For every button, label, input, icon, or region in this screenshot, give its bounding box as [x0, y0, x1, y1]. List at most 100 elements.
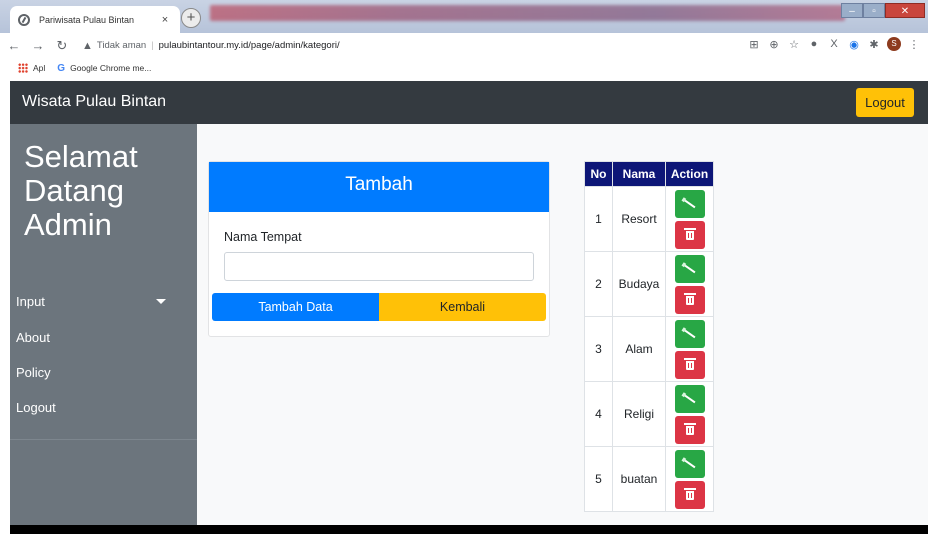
column-header-nama: Nama: [612, 161, 666, 187]
sidebar-item-policy[interactable]: Policy: [16, 365, 166, 380]
bookmarks-bar: Apl G Google Chrome me...: [0, 58, 928, 78]
address-separator: |: [151, 40, 154, 51]
name-input[interactable]: [224, 252, 534, 281]
brand-title[interactable]: Wisata Pulau Bintan: [22, 93, 166, 111]
edit-button[interactable]: [674, 449, 705, 478]
extension-blue-icon[interactable]: ◉: [844, 38, 864, 51]
table-row: 3 Alam: [584, 316, 714, 382]
google-icon: G: [57, 62, 66, 74]
toolbar-icons: ⊞ ⊕ ☆ ● X ◉ ✱ S ⋮: [744, 37, 924, 51]
welcome-heading: Selamat Datang Admin: [24, 139, 138, 242]
cell-no: 2: [584, 251, 613, 317]
url-text[interactable]: pulaubintantour.my.id/page/admin/kategor…: [159, 40, 340, 51]
delete-button[interactable]: [674, 285, 705, 314]
cell-action: [665, 316, 714, 382]
tab-close-button[interactable]: ×: [158, 14, 172, 26]
translate-icon[interactable]: ⊞: [744, 38, 764, 51]
category-table: No Nama Action 1 Resort 2 Budaya 3 Alam …: [584, 161, 714, 512]
sidebar-item-label: Input: [16, 294, 45, 309]
profile-avatar[interactable]: S: [887, 37, 901, 51]
trash-icon: [683, 227, 696, 240]
new-tab-button[interactable]: +: [181, 8, 201, 28]
delete-button[interactable]: [674, 350, 705, 379]
delete-button[interactable]: [674, 415, 705, 444]
add-category-card: Tambah Nama Tempat Tambah Data Kembali: [208, 161, 550, 337]
footer-bar: [10, 525, 928, 534]
maximize-button[interactable]: ▫: [863, 3, 885, 18]
edit-button[interactable]: [674, 319, 705, 348]
edit-button[interactable]: [674, 384, 705, 413]
cell-no: 3: [584, 316, 613, 382]
trash-icon: [683, 422, 696, 435]
cell-nama: Religi: [612, 381, 666, 447]
table-row: 2 Budaya: [584, 251, 714, 317]
bookmark-label: Apl: [33, 63, 46, 73]
bookmark-label: Google Chrome me...: [70, 63, 152, 73]
cell-action: [665, 186, 714, 252]
edit-button[interactable]: [674, 189, 705, 218]
sidebar-item-logout[interactable]: Logout: [16, 400, 166, 415]
table-row: 4 Religi: [584, 381, 714, 447]
table-row: 1 Resort: [584, 186, 714, 252]
extension-x-icon[interactable]: X: [824, 38, 844, 50]
back-icon[interactable]: ←: [4, 38, 24, 53]
browser-tab[interactable]: Pariwisata Pulau Bintan ×: [10, 6, 180, 33]
tab-title: Pariwisata Pulau Bintan: [39, 14, 135, 25]
browser-toolbar: ← → ↻ ▲ Tidak aman | pulaubintantour.my.…: [0, 33, 928, 58]
column-header-no: No: [584, 161, 613, 187]
delete-button[interactable]: [674, 480, 705, 509]
apps-grid-icon: [18, 63, 28, 73]
cell-action: [665, 251, 714, 317]
security-label: Tidak aman: [96, 40, 147, 51]
sidebar-divider: [10, 439, 197, 440]
bookmark-apps[interactable]: Apl: [18, 63, 45, 73]
reload-icon[interactable]: ↻: [52, 38, 72, 54]
sidebar: Selamat Datang Admin Input About Policy …: [10, 124, 197, 525]
cell-nama: Alam: [612, 316, 666, 382]
cell-action: [665, 381, 714, 447]
forward-icon[interactable]: →: [28, 38, 48, 53]
menu-icon[interactable]: ⋮: [904, 38, 924, 51]
cell-no: 5: [584, 446, 613, 512]
sidebar-item-input[interactable]: Input: [16, 294, 166, 309]
globe-icon: [18, 13, 30, 26]
add-data-button[interactable]: Tambah Data: [212, 293, 379, 321]
card-title: Tambah: [209, 162, 549, 212]
browser-tab-strip: Pariwisata Pulau Bintan × + – ▫ ✕: [0, 0, 928, 33]
cell-no: 1: [584, 186, 613, 252]
sidebar-item-about[interactable]: About: [16, 330, 166, 345]
pencil-icon: [684, 394, 695, 403]
extension-circle-icon[interactable]: ●: [804, 38, 824, 50]
puzzle-icon[interactable]: ✱: [864, 38, 884, 51]
star-icon[interactable]: ☆: [784, 38, 804, 51]
sidebar-item-label: About: [16, 330, 50, 345]
address-bar[interactable]: ▲ Tidak aman | pulaubintantour.my.id/pag…: [82, 36, 340, 55]
delete-button[interactable]: [674, 220, 705, 249]
trash-icon: [683, 292, 696, 305]
sidebar-item-label: Logout: [16, 400, 56, 415]
cell-no: 4: [584, 381, 613, 447]
bookmark-google[interactable]: G Google Chrome me...: [57, 63, 151, 74]
trash-icon: [683, 357, 696, 370]
cell-action: [665, 446, 714, 512]
warning-icon: ▲: [82, 39, 93, 52]
close-window-button[interactable]: ✕: [885, 3, 925, 18]
table-header-row: No Nama Action: [584, 161, 714, 187]
sidebar-item-label: Policy: [16, 365, 51, 380]
cell-nama: Resort: [612, 186, 666, 252]
edit-button[interactable]: [674, 254, 705, 283]
cell-nama: buatan: [612, 446, 666, 512]
trash-icon: [683, 487, 696, 500]
back-button[interactable]: Kembali: [379, 293, 546, 321]
name-field-label: Nama Tempat: [224, 230, 302, 244]
caret-down-icon: [156, 299, 166, 304]
pencil-icon: [684, 199, 695, 208]
window-title-bar: [210, 5, 845, 21]
pencil-icon: [684, 329, 695, 338]
minimize-button[interactable]: –: [841, 3, 863, 18]
zoom-icon[interactable]: ⊕: [764, 38, 784, 51]
page-content: Wisata Pulau Bintan Logout Selamat Datan…: [10, 81, 928, 534]
column-header-action: Action: [665, 161, 714, 187]
cell-nama: Budaya: [612, 251, 666, 317]
logout-button[interactable]: Logout: [856, 88, 914, 117]
